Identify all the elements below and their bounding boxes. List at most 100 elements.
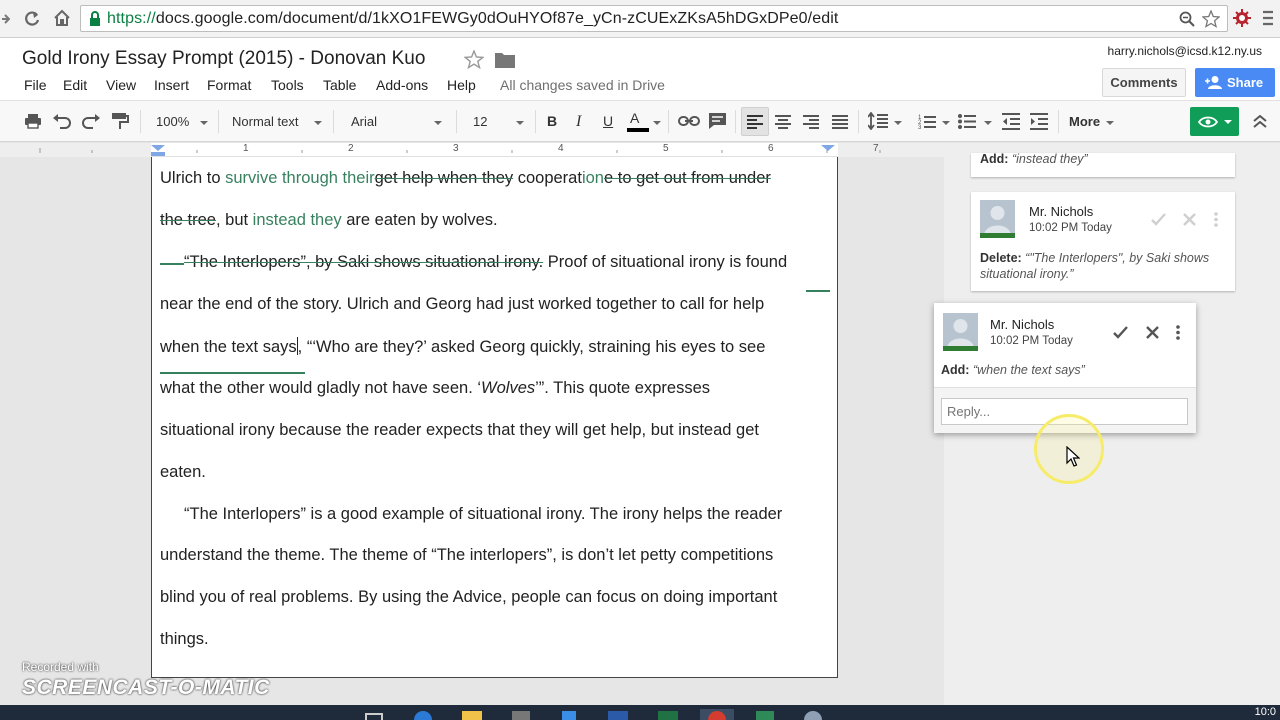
justify-icon[interactable] <box>832 115 848 129</box>
menu-table[interactable]: Table <box>323 77 356 93</box>
taskbar-app-icon[interactable] <box>512 711 530 720</box>
document-page[interactable]: Ulrich to survive through theirget help … <box>151 157 838 678</box>
text-run: , but <box>215 211 253 229</box>
comment-icon[interactable] <box>708 112 727 130</box>
screen: https://docs.google.com/document/d/1kXO1… <box>0 0 1280 720</box>
zoom-select[interactable]: 100% <box>156 107 189 136</box>
menu-insert[interactable]: Insert <box>154 77 189 93</box>
reject-x-icon[interactable] <box>1183 213 1196 226</box>
extension-icon[interactable] <box>1232 8 1252 28</box>
share-button[interactable]: Share <box>1195 68 1275 97</box>
menu-format[interactable]: Format <box>207 77 251 93</box>
paragraph-line: eaten. <box>160 463 206 481</box>
suggested-insertion[interactable]: instead they <box>253 211 342 229</box>
ruler-number: 5 <box>663 143 669 154</box>
taskbar-active-app[interactable] <box>700 709 734 720</box>
collapse-icon[interactable] <box>1252 114 1268 128</box>
user-email[interactable]: harry.nichols@icsd.k12.ny.us <box>1108 44 1262 58</box>
chevron-down-icon <box>314 121 322 125</box>
redo-icon[interactable] <box>81 113 101 142</box>
suggest-edits-icon <box>1198 116 1218 128</box>
font-size-select[interactable]: 12 <box>473 107 487 136</box>
menu-file[interactable]: File <box>24 77 47 93</box>
taskbar-app-icon[interactable] <box>414 711 432 720</box>
star-icon[interactable] <box>464 50 484 69</box>
menu-tools[interactable]: Tools <box>271 77 304 93</box>
bulleted-list-icon[interactable] <box>958 113 976 130</box>
text-color-label: A <box>630 110 640 126</box>
separator <box>333 110 334 133</box>
suggested-deletion[interactable]: the tree <box>160 211 216 229</box>
suggested-deletion[interactable]: “The Interlopers”, by Saki shows situati… <box>184 253 543 271</box>
address-bar[interactable]: https://docs.google.com/document/d/1kXO1… <box>80 5 1228 32</box>
separator <box>1058 110 1059 133</box>
paragraph-line: Ulrich to survive through theirget help … <box>160 169 771 188</box>
line-spacing-icon[interactable] <box>868 112 888 130</box>
suggesting-mode-button[interactable] <box>1190 107 1239 136</box>
chevron-down-icon <box>653 121 661 125</box>
taskbar-app-icon[interactable] <box>562 711 576 720</box>
document-title[interactable]: Gold Irony Essay Prompt (2015) - Donovan… <box>22 48 425 70</box>
more-vert-icon[interactable] <box>1214 212 1218 227</box>
bold-button[interactable]: B <box>547 107 557 136</box>
align-right-icon[interactable] <box>803 115 819 129</box>
folder-icon[interactable] <box>494 50 516 69</box>
paragraph-line: situational irony because the reader exp… <box>160 421 759 439</box>
chrome-menu-icon[interactable] <box>1262 9 1274 29</box>
paragraph-line: blind you of real problems. By using the… <box>160 588 778 606</box>
taskbar-app-icon[interactable] <box>804 711 822 720</box>
increase-indent-icon[interactable] <box>1030 113 1048 130</box>
reject-x-icon[interactable] <box>1146 326 1159 339</box>
comments-button[interactable]: Comments <box>1102 68 1186 97</box>
text-run: Proof of situational irony is found <box>543 253 788 271</box>
suggestion-card[interactable]: Add: “instead they” <box>971 151 1235 177</box>
taskbar-app-icon[interactable] <box>365 713 383 720</box>
ruler-number: 2 <box>348 143 354 154</box>
zoom-icon[interactable] <box>1179 11 1195 27</box>
accept-check-icon[interactable] <box>1113 326 1128 339</box>
font-select[interactable]: Arial <box>351 107 377 136</box>
decrease-indent-icon[interactable] <box>1002 113 1020 130</box>
taskbar-app-icon[interactable] <box>756 711 774 720</box>
suggestion-action: Add: <box>980 152 1009 166</box>
suggested-insertion[interactable]: when the text says <box>160 338 297 356</box>
numbered-list-icon[interactable]: 123 <box>918 113 936 130</box>
taskbar-app-icon[interactable] <box>608 711 628 720</box>
suggested-deletion[interactable]: get help when they <box>375 169 514 187</box>
menu-view[interactable]: View <box>106 77 136 93</box>
link-icon[interactable] <box>678 114 700 128</box>
undo-icon[interactable] <box>52 113 72 142</box>
suggested-deletion[interactable]: e to get out from under <box>604 169 771 187</box>
menu-help[interactable]: Help <box>447 77 476 93</box>
paragraph-line: near the end of the story. Ulrich and Ge… <box>160 295 765 313</box>
suggested-insertion[interactable]: ion <box>582 169 604 187</box>
chrome-taskbar-icon <box>708 711 726 720</box>
taskbar-app-icon[interactable] <box>462 711 482 720</box>
browser-toolbar: https://docs.google.com/document/d/1kXO1… <box>0 0 1280 38</box>
url-scheme: https:// <box>107 10 156 27</box>
accept-check-icon[interactable] <box>1151 213 1166 226</box>
suggestion-card[interactable]: Mr. Nichols 10:02 PM Today Delete: “"The… <box>971 192 1235 291</box>
bookmark-star-icon[interactable] <box>1202 10 1220 28</box>
more-button[interactable]: More <box>1069 107 1100 136</box>
underline-button[interactable]: U <box>603 107 613 136</box>
suggestion-text: Add: “instead they” <box>980 151 1088 167</box>
menu-addons[interactable]: Add-ons <box>376 77 428 93</box>
paint-format-icon[interactable] <box>111 112 129 141</box>
more-vert-icon[interactable] <box>1176 325 1180 340</box>
forward-arrow-icon[interactable] <box>0 11 10 27</box>
ruler-number: 1 <box>243 143 249 154</box>
reload-icon[interactable] <box>22 9 42 29</box>
style-select[interactable]: Normal text <box>232 107 298 136</box>
align-center-icon[interactable] <box>775 115 791 129</box>
menu-edit[interactable]: Edit <box>63 77 87 93</box>
home-icon[interactable] <box>52 8 72 28</box>
text-color-button[interactable]: A <box>627 107 649 136</box>
taskbar-app-icon[interactable] <box>658 711 678 720</box>
suggested-insertion[interactable]: survive through their <box>225 169 375 187</box>
lock-icon <box>90 11 100 26</box>
italic-button[interactable]: I <box>576 107 581 136</box>
avatar-accent <box>943 346 978 351</box>
print-icon[interactable] <box>24 113 42 142</box>
align-left-button[interactable] <box>741 107 769 136</box>
